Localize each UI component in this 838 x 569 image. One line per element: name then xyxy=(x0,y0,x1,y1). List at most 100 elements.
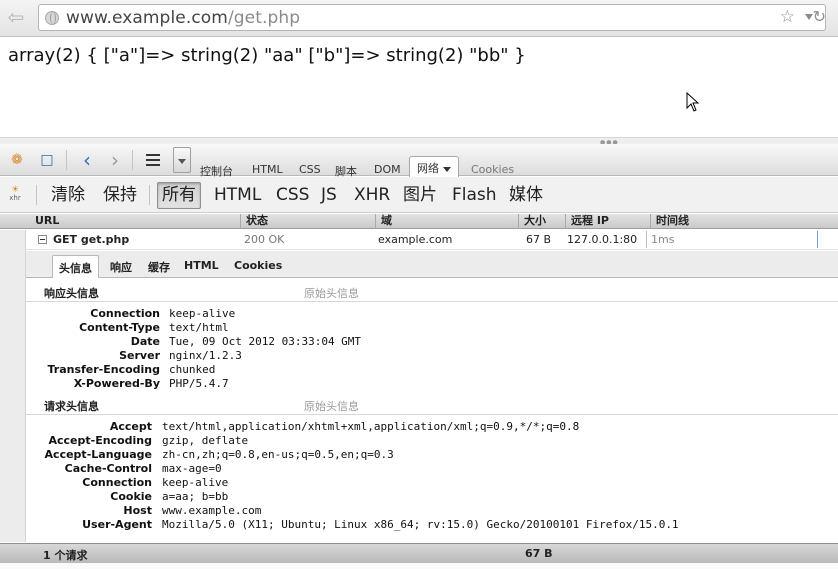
nav-back-icon[interactable]: ‹ xyxy=(78,150,96,170)
request-size: 67 B xyxy=(526,233,552,246)
header-name: Content-Type xyxy=(79,321,160,334)
detail-tab-headers[interactable]: 头信息 xyxy=(52,255,99,279)
request-detail-tabs: 头信息 响应 缓存 HTML Cookies xyxy=(26,251,838,279)
request-headers-title: 请求头信息 xyxy=(44,400,99,413)
header-value: www.example.com xyxy=(162,504,262,517)
address-bar[interactable]: www.example.com/get.php ☆ ↻ xyxy=(38,4,826,31)
xhr-icon-label: xhr xyxy=(9,194,21,202)
back-arrow-icon[interactable]: ⇦ xyxy=(4,6,28,28)
clear-button[interactable]: 清除 xyxy=(51,184,85,208)
firebug-toolbar: ❁ □ ‹ › 控制台 HTML CSS 脚本 DOM 网络 Cookies xyxy=(0,144,838,178)
response-headers-title: 响应头信息 xyxy=(44,287,99,300)
header-name: Accept xyxy=(109,420,152,433)
mouse-pointer-icon xyxy=(686,92,700,112)
header-row: Host www.example.com xyxy=(26,504,838,518)
header-row: Date Tue, 09 Oct 2012 03:33:04 GMT xyxy=(26,335,838,349)
header-row: User-Agent Mozilla/5.0 (X11; Ubuntu; Linu… xyxy=(26,518,838,532)
header-row: Content-Type text/html xyxy=(26,321,838,335)
column-domain[interactable]: 域 xyxy=(375,214,515,229)
separator xyxy=(132,150,133,170)
raw-response-headers-link[interactable]: 原始头信息 xyxy=(304,285,359,301)
headers-detail: 响应头信息 原始头信息 Connection keep-alive Content-… xyxy=(26,278,838,542)
persist-button[interactable]: 保持 xyxy=(103,184,137,208)
header-name: Date xyxy=(130,335,160,348)
tab-dom[interactable]: DOM xyxy=(374,163,401,176)
detail-tab-cookies[interactable]: Cookies xyxy=(234,259,282,272)
url-text[interactable]: www.example.com/get.php xyxy=(66,8,300,28)
header-value: chunked xyxy=(169,363,216,376)
tab-net[interactable]: 网络 xyxy=(409,156,459,177)
header-value: text/html,application/xhtml+xml,applicat… xyxy=(162,420,580,433)
net-column-header: URL 状态 域 大小 远程 IP 时间线 xyxy=(0,214,838,229)
chevron-down-icon[interactable] xyxy=(443,166,451,172)
url-path: /get.php xyxy=(227,8,301,28)
column-remote-ip[interactable]: 远程 IP xyxy=(565,214,649,229)
separator xyxy=(66,150,67,170)
filter-all[interactable]: 所有 xyxy=(157,182,201,209)
menu-icon[interactable] xyxy=(144,151,162,169)
panel-splitter[interactable]: ●●● xyxy=(0,137,838,146)
tab-css[interactable]: CSS xyxy=(299,163,321,176)
tab-net-label: 网络 xyxy=(417,162,439,175)
request-remote-ip: 127.0.0.1:80 xyxy=(567,233,638,246)
header-row: Accept text/html,application/xhtml+xml,ap… xyxy=(26,420,838,434)
bottom-strip xyxy=(0,563,838,569)
raw-request-headers-link[interactable]: 原始头信息 xyxy=(304,398,359,414)
header-name: Server xyxy=(119,349,160,362)
summary-requests: 1 个请求 xyxy=(43,549,88,562)
detail-tab-response[interactable]: 响应 xyxy=(110,259,132,275)
header-value: nginx/1.2.3 xyxy=(169,349,242,362)
panel-menu-dropdown[interactable] xyxy=(173,147,191,173)
browser-toolbar: ⇦ www.example.com/get.php ☆ ↻ xyxy=(0,0,838,37)
filter-media[interactable]: 媒体 xyxy=(509,184,543,208)
filter-xhr[interactable]: XHR xyxy=(354,184,390,208)
request-row[interactable]: GET get.php 200 OK example.com 67 B 127.… xyxy=(26,230,838,250)
request-time: 1ms xyxy=(651,233,675,246)
collapse-icon[interactable] xyxy=(38,235,47,244)
filter-flash[interactable]: Flash xyxy=(452,184,497,208)
header-value: keep-alive xyxy=(162,476,229,489)
xhr-icon[interactable]: ☀ xhr xyxy=(6,186,24,204)
column-timeline[interactable]: 时间线 xyxy=(650,214,838,229)
inspect-icon[interactable]: □ xyxy=(38,151,56,169)
request-timeline: 1ms xyxy=(646,231,818,248)
filter-html[interactable]: HTML xyxy=(214,184,261,208)
firebug-icon[interactable]: ❁ xyxy=(8,151,26,169)
header-value: Mozilla/5.0 (X11; Ubuntu; Linux x86_64; … xyxy=(162,518,679,531)
header-row: Accept-Language zh-cn,zh;q=0.8,en-us;q=0.… xyxy=(26,448,838,462)
header-name: User-Agent xyxy=(82,518,152,531)
filter-images[interactable]: 图片 xyxy=(403,184,437,208)
column-status[interactable]: 状态 xyxy=(240,214,373,229)
separator xyxy=(36,185,37,205)
column-size[interactable]: 大小 xyxy=(518,214,562,229)
header-name: X-Powered-By xyxy=(73,377,160,390)
filter-js[interactable]: JS xyxy=(321,184,337,208)
column-url[interactable]: URL xyxy=(30,214,235,229)
header-value: keep-alive xyxy=(169,307,236,320)
request-headers-section: 请求头信息 原始头信息 xyxy=(26,395,838,415)
header-row: Cache-Control max-age=0 xyxy=(26,462,838,476)
tab-html[interactable]: HTML xyxy=(252,163,283,176)
request-name[interactable]: GET get.php xyxy=(53,233,129,246)
nav-forward-icon[interactable]: › xyxy=(106,150,124,170)
header-value: PHP/5.4.7 xyxy=(169,377,229,390)
star-icon[interactable]: ☆ xyxy=(780,7,795,27)
header-row: Accept-Encoding gzip, deflate xyxy=(26,434,838,448)
header-name: Accept-Language xyxy=(44,448,152,461)
reload-icon[interactable]: ↻ xyxy=(813,7,826,26)
detail-tab-html[interactable]: HTML xyxy=(184,259,219,272)
globe-icon xyxy=(45,11,59,25)
tab-cookies[interactable]: Cookies xyxy=(471,163,514,176)
response-headers-section: 响应头信息 原始头信息 xyxy=(26,282,838,302)
left-gutter xyxy=(0,230,26,542)
url-host: www.example.com xyxy=(66,8,228,28)
detail-tab-cache[interactable]: 缓存 xyxy=(148,259,170,275)
request-domain: example.com xyxy=(378,233,453,246)
header-value: text/html xyxy=(169,321,229,334)
header-row: Server nginx/1.2.3 xyxy=(26,349,838,363)
filter-css[interactable]: CSS xyxy=(276,184,309,208)
page-output-text: array(2) { ["a"]=> string(2) "aa" ["b"]=… xyxy=(8,45,526,66)
header-value: max-age=0 xyxy=(162,462,222,475)
header-name: Accept-Encoding xyxy=(48,434,153,447)
header-name: Host xyxy=(123,504,152,517)
